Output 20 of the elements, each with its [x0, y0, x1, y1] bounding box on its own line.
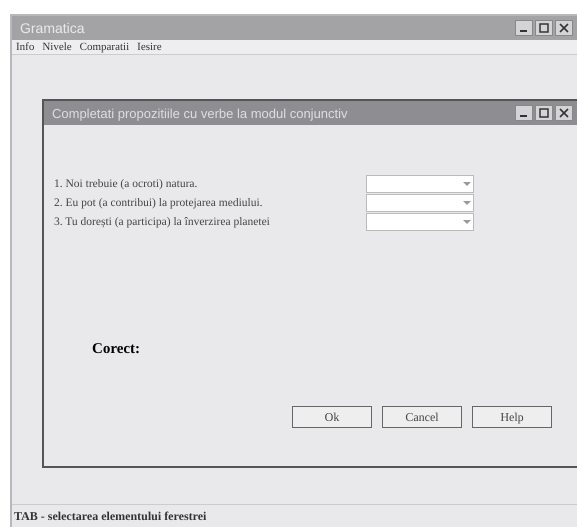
dialog-button[interactable]: Help: [472, 406, 552, 428]
dialog-button[interactable]: Cancel: [382, 406, 462, 428]
result-label: Corect:: [92, 341, 142, 358]
window-title: Gramatica: [20, 20, 85, 36]
menu-item[interactable]: Iesire: [137, 41, 162, 53]
close-icon[interactable]: [555, 20, 573, 36]
sentence-text: 3. Tu dorești (a participa) la înverzirea planetei: [54, 216, 271, 228]
minimize-icon[interactable]: [515, 20, 533, 36]
menu-item[interactable]: Comparatii: [80, 41, 130, 53]
dialog-title: Completati propozitiile cu verbe la modul conjunctiv: [52, 106, 348, 120]
menu-item[interactable]: Info: [16, 41, 34, 53]
status-text: TAB - selectarea elementului ferestrei: [14, 508, 206, 524]
menu-item[interactable]: Nivele: [42, 41, 72, 53]
minimize-icon[interactable]: [515, 105, 533, 121]
close-icon[interactable]: [555, 105, 573, 121]
maximize-icon[interactable]: [535, 20, 553, 36]
sentence-text: 2. Eu pot (a contribui) la protejarea mediului.: [54, 197, 264, 209]
dialog-button[interactable]: Ok: [292, 406, 372, 428]
sentence-text: 1. Noi trebuie (a ocroti) natura.: [54, 178, 198, 190]
maximize-icon[interactable]: [535, 105, 553, 121]
